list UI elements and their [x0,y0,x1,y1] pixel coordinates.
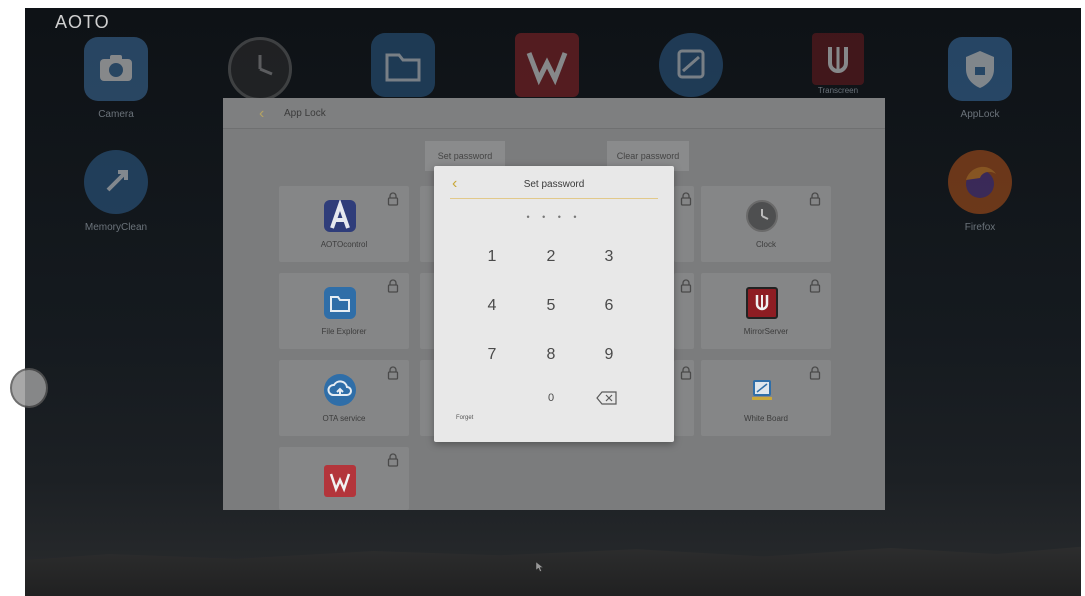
camera-icon [84,37,148,101]
lock-icon[interactable] [680,366,692,380]
lock-icon[interactable] [809,366,821,380]
forget-password-link[interactable]: Forget [456,415,473,421]
page-title: App Lock [284,108,326,119]
transcreen-icon [746,287,778,319]
key-3[interactable]: 3 [589,243,629,271]
app-tile-label: White Board [743,414,789,423]
desktop-icon-label: Transcreen [817,86,859,95]
transcreen-icon [812,33,864,85]
key-8[interactable]: 8 [531,341,571,369]
app-tile-file-explorer[interactable]: File Explorer [279,273,409,349]
app-tile-hidden[interactable] [674,273,694,349]
key-5[interactable]: 5 [531,292,571,320]
app-tile-label: File Explorer [321,327,367,336]
folder-icon [324,287,356,319]
app-tile-hidden[interactable] [674,186,694,262]
desktop-icon-label: AppLock [960,109,1000,120]
dialog-divider [450,198,658,199]
app-lock-header: ‹ App Lock [223,98,885,129]
lock-icon[interactable] [809,192,821,206]
brand-logo: AOTO [55,12,110,32]
cloud-upload-icon [324,374,356,406]
aoto-a-icon [324,198,356,232]
lock-icon[interactable] [387,279,399,293]
lock-icon[interactable] [809,279,821,293]
app-tile-white-board[interactable]: White Board [701,360,831,436]
lock-icon[interactable] [680,279,692,293]
key-4[interactable]: 4 [472,292,512,320]
app-tile-label: MirrorServer [743,327,789,336]
key-9[interactable]: 9 [589,341,629,369]
firefox-icon [948,150,1012,214]
app-tile-hidden[interactable] [674,360,694,436]
app-tile-wps[interactable] [279,447,409,510]
lock-icon[interactable] [680,192,692,206]
side-drawer-handle[interactable] [10,368,48,408]
clock-icon [746,200,778,232]
app-tile-label: AOTOcontrol [320,240,368,249]
key-0[interactable]: 0 [531,384,571,412]
clock-icon [228,37,292,101]
set-password-dialog: ‹ Set password • • • • 1 2 3 4 5 6 7 8 9… [434,166,674,442]
app-tile-mirrorserver[interactable]: MirrorServer [701,273,831,349]
folder-icon [371,33,435,97]
wps-icon [515,33,579,97]
password-dots: • • • • [526,212,582,222]
app-tile-ota-service[interactable]: OTA service [279,360,409,436]
app-tile-aotocontrol[interactable]: AOTOcontrol [279,186,409,262]
lock-icon[interactable] [387,192,399,206]
app-tile-clock[interactable]: Clock [701,186,831,262]
app-tile-label: Clock [755,240,776,249]
desktop-icon-label: Firefox [964,222,996,233]
key-1[interactable]: 1 [472,243,512,271]
key-2[interactable]: 2 [531,243,571,271]
app-tile-label: OTA service [322,414,366,423]
desktop-icon-label: MemoryClean [84,222,148,233]
key-6[interactable]: 6 [589,292,629,320]
desktop-icon-label: Camera [98,109,134,120]
key-7[interactable]: 7 [472,341,512,369]
lock-icon[interactable] [387,453,399,467]
backspace-icon[interactable] [596,391,618,405]
wps-icon [324,465,356,497]
applock-icon [948,37,1012,101]
mouse-cursor-icon [536,562,544,572]
whiteboard-icon [746,374,778,406]
rocket-icon [84,150,148,214]
whiteboard-icon [659,33,723,97]
lock-icon[interactable] [387,366,399,380]
landscape-silhouette [25,546,1081,596]
dialog-title: Set password [523,179,585,190]
back-chevron-icon[interactable]: ‹ [259,105,264,123]
